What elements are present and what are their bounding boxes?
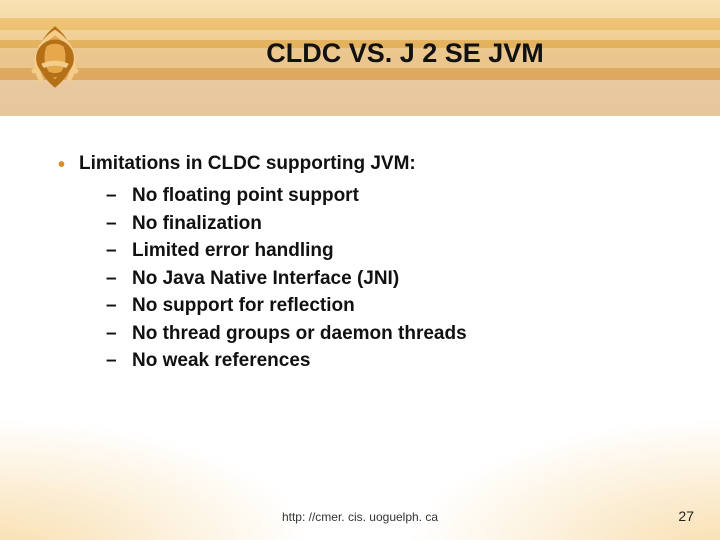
dash-icon: –	[106, 265, 120, 293]
sub-bullet-text: No Java Native Interface (JNI)	[132, 265, 399, 293]
slide: CLDC VS. J 2 SE JVM • Limitations in CLD…	[0, 0, 720, 540]
sub-bullet-text: No support for reflection	[132, 292, 355, 320]
page-number: 27	[678, 508, 694, 524]
sub-bullet-item: – Limited error handling	[106, 237, 680, 265]
dash-icon: –	[106, 320, 120, 348]
footer-url: http: //cmer. cis. uoguelph. ca	[0, 510, 720, 524]
sub-bullet-list: – No floating point support – No finaliz…	[106, 182, 680, 375]
sub-bullet-item: – No weak references	[106, 347, 680, 375]
header-band	[0, 68, 720, 116]
triquetra-knot-icon	[20, 22, 90, 92]
bullet-text: Limitations in CLDC supporting JVM:	[79, 150, 416, 178]
sub-bullet-text: Limited error handling	[132, 237, 334, 265]
dash-icon: –	[106, 182, 120, 210]
bullet-item: • Limitations in CLDC supporting JVM:	[58, 150, 680, 180]
bullet-dot-icon: •	[58, 151, 65, 180]
sub-bullet-item: – No finalization	[106, 210, 680, 238]
slide-title: CLDC VS. J 2 SE JVM	[110, 38, 700, 69]
slide-body: • Limitations in CLDC supporting JVM: – …	[58, 150, 680, 375]
sub-bullet-text: No floating point support	[132, 182, 359, 210]
sub-bullet-item: – No floating point support	[106, 182, 680, 210]
sub-bullet-text: No thread groups or daemon threads	[132, 320, 467, 348]
dash-icon: –	[106, 347, 120, 375]
dash-icon: –	[106, 210, 120, 238]
dash-icon: –	[106, 237, 120, 265]
sub-bullet-item: – No Java Native Interface (JNI)	[106, 265, 680, 293]
sub-bullet-text: No finalization	[132, 210, 262, 238]
dash-icon: –	[106, 292, 120, 320]
sub-bullet-item: – No support for reflection	[106, 292, 680, 320]
sub-bullet-item: – No thread groups or daemon threads	[106, 320, 680, 348]
sub-bullet-text: No weak references	[132, 347, 311, 375]
